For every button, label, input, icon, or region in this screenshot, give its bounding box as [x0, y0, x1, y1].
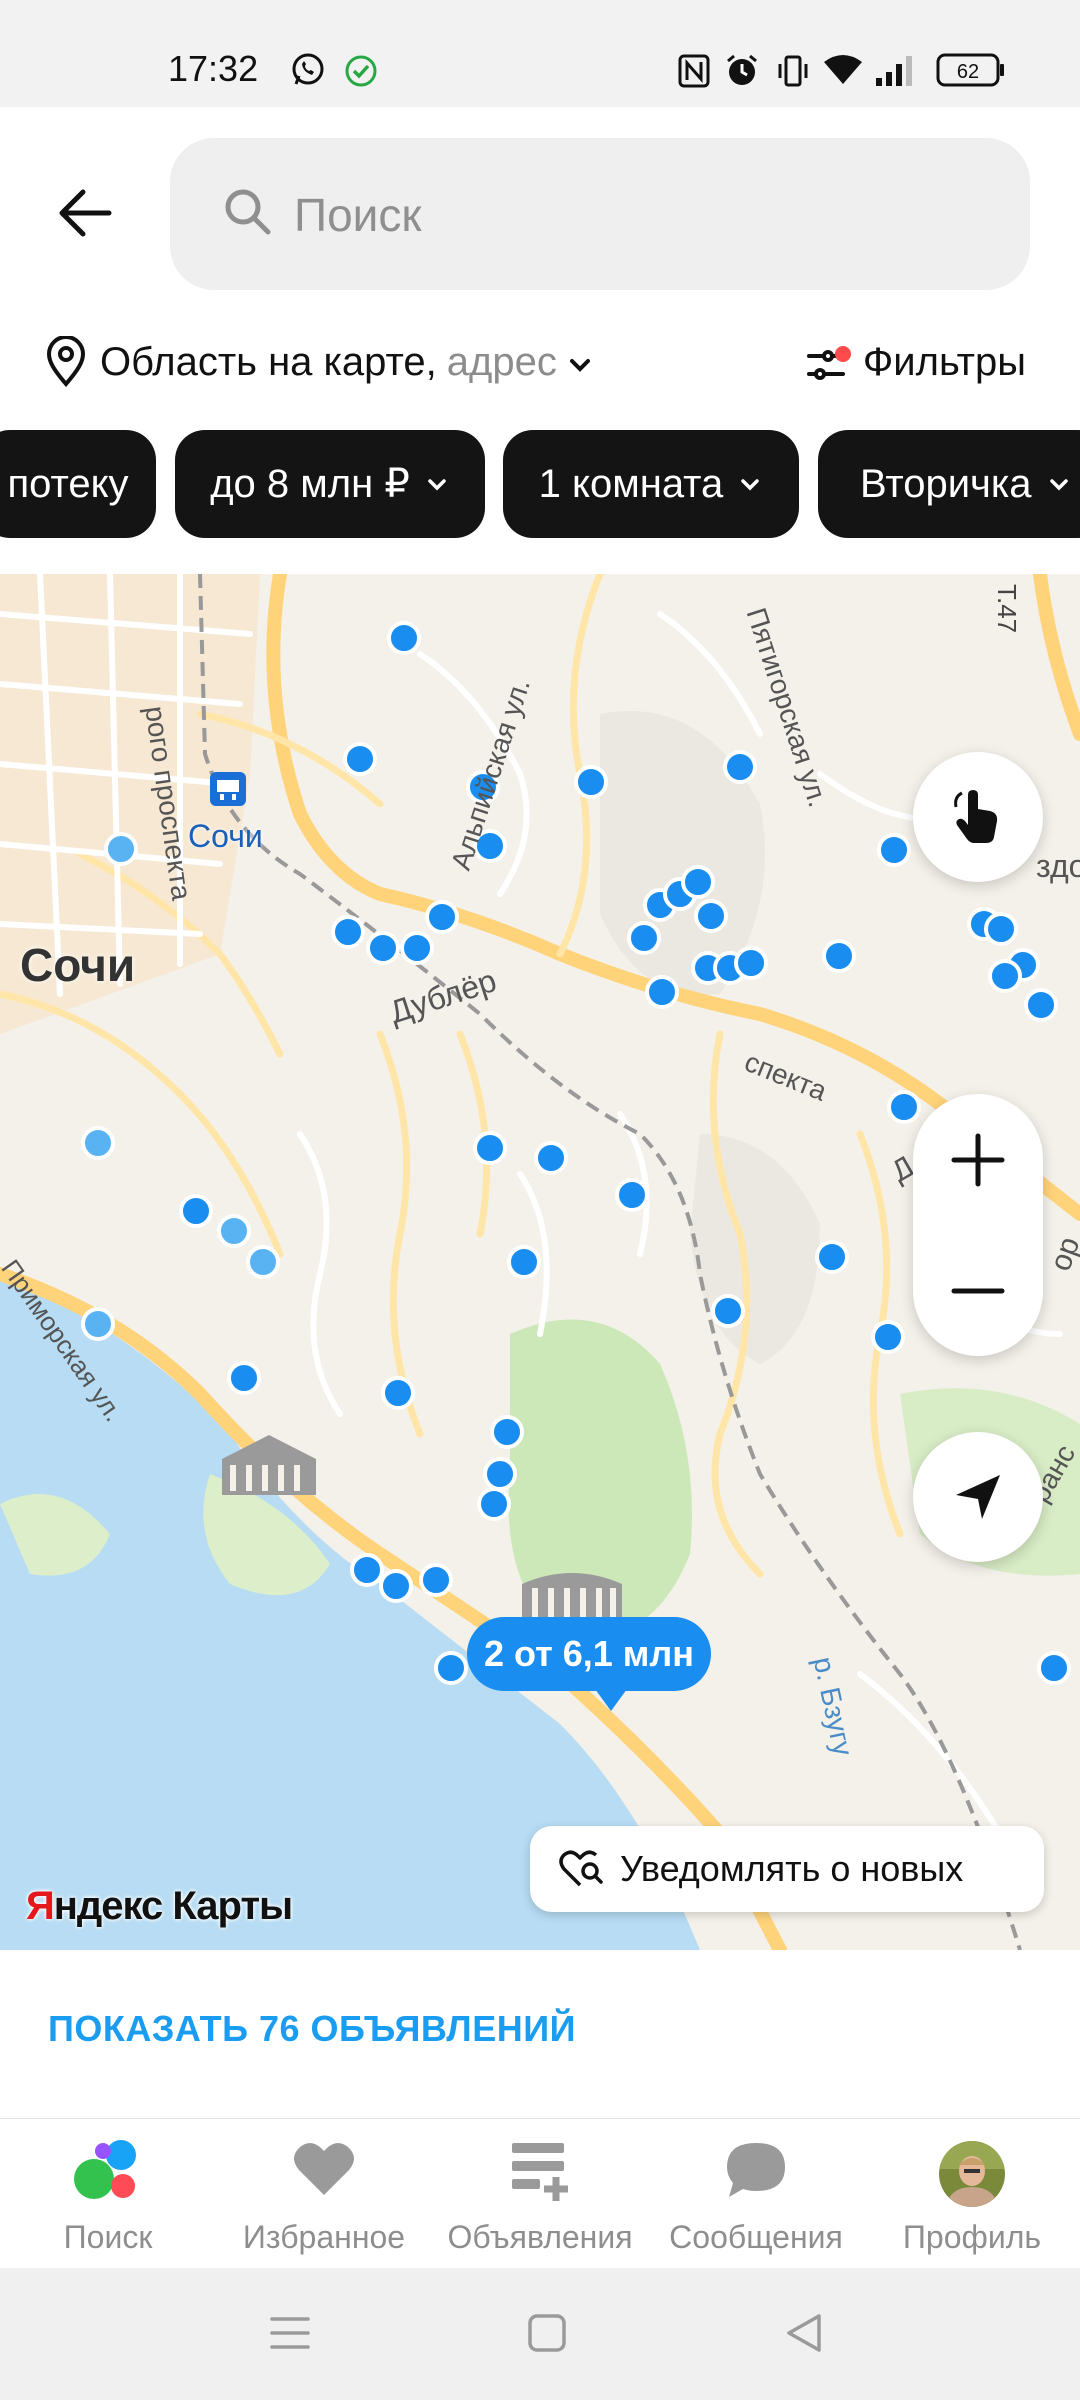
nav-item-messages[interactable]: Сообщения	[648, 2119, 864, 2269]
filters-button[interactable]: Фильтры	[805, 330, 1026, 394]
alarm-icon	[724, 52, 760, 93]
plus-icon	[951, 1133, 1005, 1186]
show-listings-button[interactable]: ПОКАЗАТЬ 76 ОБЪЯВЛЕНИЙ	[48, 2008, 576, 2050]
map-pin-icon	[46, 336, 86, 388]
chip-label: 1 комната	[538, 461, 724, 506]
station-icon	[210, 772, 246, 806]
battery-icon: 62	[936, 52, 1006, 93]
filters-label: Фильтры	[862, 339, 1026, 384]
chip-label: потеку	[7, 461, 129, 506]
station-label: Сочи	[188, 818, 263, 854]
status-bar: 17:32 62	[0, 0, 1080, 107]
system-navigation-bar	[0, 2268, 1080, 2400]
status-time: 17:32	[168, 48, 259, 89]
minus-icon	[951, 1288, 1005, 1293]
road-number-label: Т.47	[992, 584, 1022, 634]
zoom-controls	[913, 1094, 1043, 1356]
vibrate-icon	[776, 54, 810, 93]
map-view[interactable]: Сочи Сочи рого проспекта Альпийская ул. …	[0, 574, 1080, 1950]
road-major	[1033, 574, 1080, 741]
battery-level: 62	[957, 61, 979, 83]
zoom-in-button[interactable]	[913, 1094, 1043, 1225]
location-address-label: адрес	[446, 339, 557, 384]
search-icon	[222, 186, 274, 243]
whatsapp-icon	[290, 52, 326, 93]
nav-item-favorites[interactable]: Избранное	[216, 2119, 432, 2269]
search-input[interactable]	[292, 178, 996, 252]
chevron-down-icon	[569, 359, 590, 372]
chip-mortgage[interactable]: потеку	[0, 430, 156, 538]
logo-ya: Я	[26, 1884, 55, 1928]
city-label: Сочи	[20, 939, 136, 991]
avatar	[937, 2139, 1007, 2214]
logo-rest: ндекс Карты	[53, 1884, 293, 1928]
chevron-down-icon	[1049, 479, 1068, 491]
my-location-button[interactable]	[913, 1432, 1043, 1562]
chevron-down-icon	[741, 479, 760, 491]
yandex-maps-logo: Яндекс Карты	[26, 1884, 293, 1929]
add-listing-icon	[508, 2139, 572, 2208]
menu-icon	[270, 2317, 310, 2349]
hand-pointer-icon	[954, 790, 998, 843]
navigation-arrow-icon	[956, 1475, 1000, 1519]
notify-new-button[interactable]: Уведомлять о новых	[530, 1826, 1044, 1912]
chat-bubble-icon	[723, 2139, 789, 2206]
heart-search-icon	[559, 1850, 603, 1887]
zoom-out-button[interactable]	[913, 1225, 1043, 1356]
search-dots-icon	[73, 2139, 143, 2210]
chip-price[interactable]: до 8 млн ₽	[175, 430, 485, 538]
search-box[interactable]	[170, 138, 1030, 290]
back-button[interactable]	[40, 168, 130, 258]
nav-label: Объявления	[447, 2219, 633, 2255]
chip-rooms[interactable]: 1 комната	[503, 430, 799, 538]
quick-filter-chips: потеку до 8 млн ₽ 1 комната Вторичка	[0, 430, 1080, 540]
nav-label: Профиль	[902, 2219, 1042, 2255]
nav-label: Сообщения	[669, 2219, 843, 2255]
wifi-icon	[822, 52, 864, 93]
bottom-navigation: Поиск Избранное Объявления Сообщения Про…	[0, 2118, 1080, 2269]
street-label: здо	[1036, 848, 1080, 884]
chip-secondary-market[interactable]: Вторичка	[818, 430, 1080, 538]
price-cluster-bubble[interactable]: 2 от 6,1 млн	[467, 1617, 711, 1711]
location-selector[interactable]: Область на карте, адрес	[44, 330, 595, 394]
chip-label: до 8 млн ₽	[210, 462, 410, 506]
nav-item-listings[interactable]: Объявления	[432, 2119, 648, 2269]
arrow-left-icon	[59, 189, 112, 237]
heart-icon	[291, 2139, 357, 2204]
nav-label: Поиск	[63, 2219, 153, 2255]
nav-item-profile[interactable]: Профиль	[864, 2119, 1080, 2269]
check-circle-icon	[344, 54, 378, 93]
gesture-hint-button[interactable]	[913, 752, 1043, 882]
nav-item-search[interactable]: Поиск	[0, 2119, 216, 2269]
nav-label: Избранное	[242, 2219, 406, 2255]
signal-icon	[874, 54, 914, 93]
filters-badge	[834, 346, 851, 362]
chip-label: Вторичка	[860, 461, 1032, 506]
nfc-icon	[678, 54, 710, 93]
chevron-down-icon	[428, 479, 446, 491]
system-menu-button[interactable]	[250, 2298, 330, 2368]
square-icon	[528, 2314, 566, 2352]
location-main-label: Область на карте,	[100, 339, 437, 384]
triangle-back-icon	[787, 2314, 821, 2352]
notify-label: Уведомлять о новых	[620, 1848, 964, 1889]
system-back-button[interactable]	[764, 2298, 844, 2368]
system-home-button[interactable]	[507, 2298, 587, 2368]
